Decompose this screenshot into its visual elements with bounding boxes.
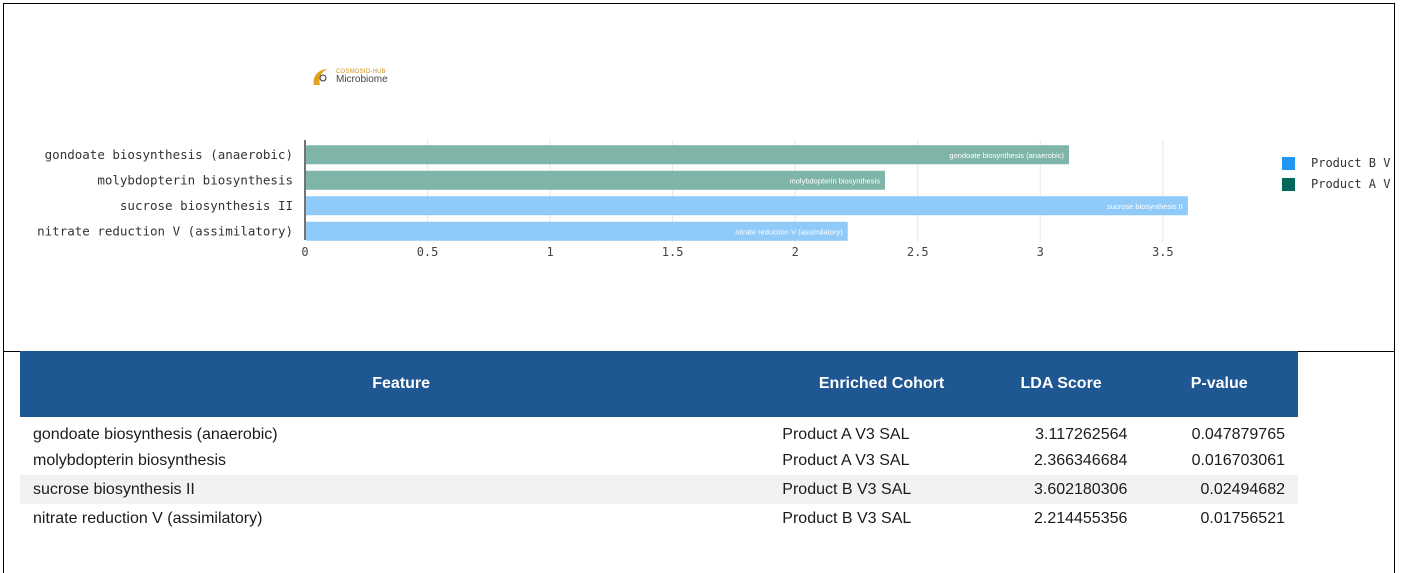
cell-p-value: 0.016703061: [1191, 451, 1285, 469]
y-tick-label: sucrose biosynthesis II: [120, 198, 293, 213]
cell-lda: 2.214455356: [1033, 509, 1128, 527]
x-tick-label: 1: [546, 245, 553, 259]
x-tick-label: 1.5: [662, 245, 684, 259]
table-header-row: Feature Enriched Cohort LDA Score P-valu…: [20, 351, 1298, 417]
cell-lda: 3.602180306: [1033, 480, 1128, 498]
x-tick-label: 0.5: [417, 245, 439, 259]
y-tick-label: molybdopterin biosynthesis: [97, 172, 293, 187]
legend-swatch: [1282, 177, 1295, 191]
cell-lda: 2.366346684: [1033, 451, 1128, 469]
cell-p-value: 0.02494682: [1200, 480, 1285, 498]
cell-cohort: Product A V3 SAL: [782, 425, 910, 443]
x-tick-label: 3.5: [1152, 245, 1174, 259]
header-lda-score: LDA Score: [1020, 375, 1102, 392]
cell-lda: 3.117262564: [1035, 425, 1128, 443]
cell-cohort: Product A V3 SAL: [782, 451, 910, 469]
header-feature: Feature: [372, 375, 431, 392]
x-tick-label: 2.5: [907, 245, 929, 259]
lda-results-table: Feature Enriched Cohort LDA Score P-valu…: [20, 351, 1298, 533]
chart-legend: Product B V Product A V: [1282, 154, 1390, 196]
table-row: molybdopterin biosynthesis Product A V3 …: [20, 446, 1298, 475]
cell-feature: molybdopterin biosynthesis: [33, 451, 226, 469]
cell-feature: gondoate biosynthesis (anaerobic): [33, 425, 278, 443]
x-tick-label: 3: [1037, 245, 1044, 259]
x-tick-label: 2: [792, 245, 799, 259]
y-tick-label: gondoate biosynthesis (anaerobic): [45, 147, 293, 162]
results-table-panel: Feature Enriched Cohort LDA Score P-valu…: [0, 351, 1411, 573]
legend-item-product-b[interactable]: Product B V: [1282, 154, 1390, 172]
legend-label: Product A V: [1311, 177, 1391, 191]
cell-feature: nitrate reduction V (assimilatory): [33, 509, 263, 527]
bar-data-label: nitrate reduction V (assimilatory): [735, 227, 843, 236]
bar-data-label: molybdopterin biosynthesis: [790, 176, 881, 185]
bar: [306, 196, 1188, 216]
cell-cohort: Product B V3 SAL: [782, 480, 912, 498]
table-row: sucrose biosynthesis II Product B V3 SAL…: [20, 475, 1298, 504]
cell-feature: sucrose biosynthesis II: [33, 480, 195, 498]
header-p-value: P-value: [1190, 375, 1248, 392]
cell-p-value: 0.01756521: [1200, 509, 1285, 527]
bar-data-label: sucrose biosynthesis II: [1107, 202, 1183, 211]
chart-panel: COSMOSID-HUB Microbiome 0 0.5 1 1.5 2 2.5 3 3.5…: [3, 3, 1395, 351]
table-row: gondoate biosynthesis (anaerobic) Produc…: [20, 417, 1298, 446]
cell-cohort: Product B V3 SAL: [782, 509, 912, 527]
cell-p-value: 0.047879765: [1191, 425, 1285, 443]
x-tick-label: 0: [301, 245, 308, 259]
legend-swatch: [1282, 156, 1295, 170]
bar-chart: 0 0.5 1 1.5 2 2.5 3 3.5 gondoate biosynthesis (a…: [37, 140, 1188, 259]
header-enriched-cohort: Enriched Cohort: [818, 375, 945, 392]
y-tick-label: nitrate reduction V (assimilatory): [37, 223, 293, 238]
legend-item-product-a[interactable]: Product A V: [1282, 175, 1390, 193]
legend-label: Product B V: [1311, 156, 1391, 170]
bar-data-label: gondoate biosynthesis (anaerobic): [949, 151, 1064, 160]
table-row: nitrate reduction V (assimilatory) Produ…: [20, 504, 1298, 533]
